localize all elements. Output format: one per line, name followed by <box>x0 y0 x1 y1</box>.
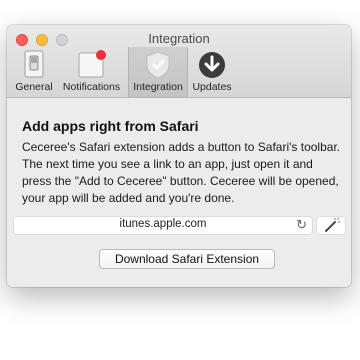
safari-extension-icon <box>143 50 173 85</box>
magic-wand-icon <box>325 217 340 232</box>
pane-heading: Add apps right from Safari <box>22 118 199 134</box>
notification-badge <box>95 50 106 60</box>
tab-general-label: General <box>15 81 53 93</box>
tab-updates[interactable]: Updates <box>189 47 235 97</box>
extension-toolbar-button[interactable] <box>316 216 346 235</box>
preferences-window: Integration General Notifications Integr… <box>7 25 351 287</box>
tab-notifications-label: Notifications <box>62 81 121 93</box>
url-field-value: itunes.apple.com <box>119 218 207 230</box>
url-field[interactable]: itunes.apple.com ↻ <box>13 216 313 235</box>
download-safari-extension-button[interactable]: Download Safari Extension <box>99 249 275 269</box>
download-arrow-icon <box>197 50 227 85</box>
general-switch-icon <box>24 50 44 83</box>
tab-notifications[interactable]: Notifications <box>56 47 127 97</box>
notifications-icon <box>77 50 107 85</box>
tab-general[interactable]: General <box>13 47 55 97</box>
window-toolbar: Integration General Notifications Integr… <box>7 25 351 98</box>
tab-integration[interactable]: Integration <box>128 47 188 97</box>
pane-description: Ceceree's Safari extension adds a button… <box>22 140 341 205</box>
tab-updates-label: Updates <box>192 81 232 93</box>
window-title: Integration <box>148 31 210 46</box>
reload-icon[interactable]: ↻ <box>296 218 307 232</box>
integration-pane: Add apps right from Safari Ceceree's Saf… <box>7 98 351 287</box>
tab-integration-label: Integration <box>133 81 183 93</box>
